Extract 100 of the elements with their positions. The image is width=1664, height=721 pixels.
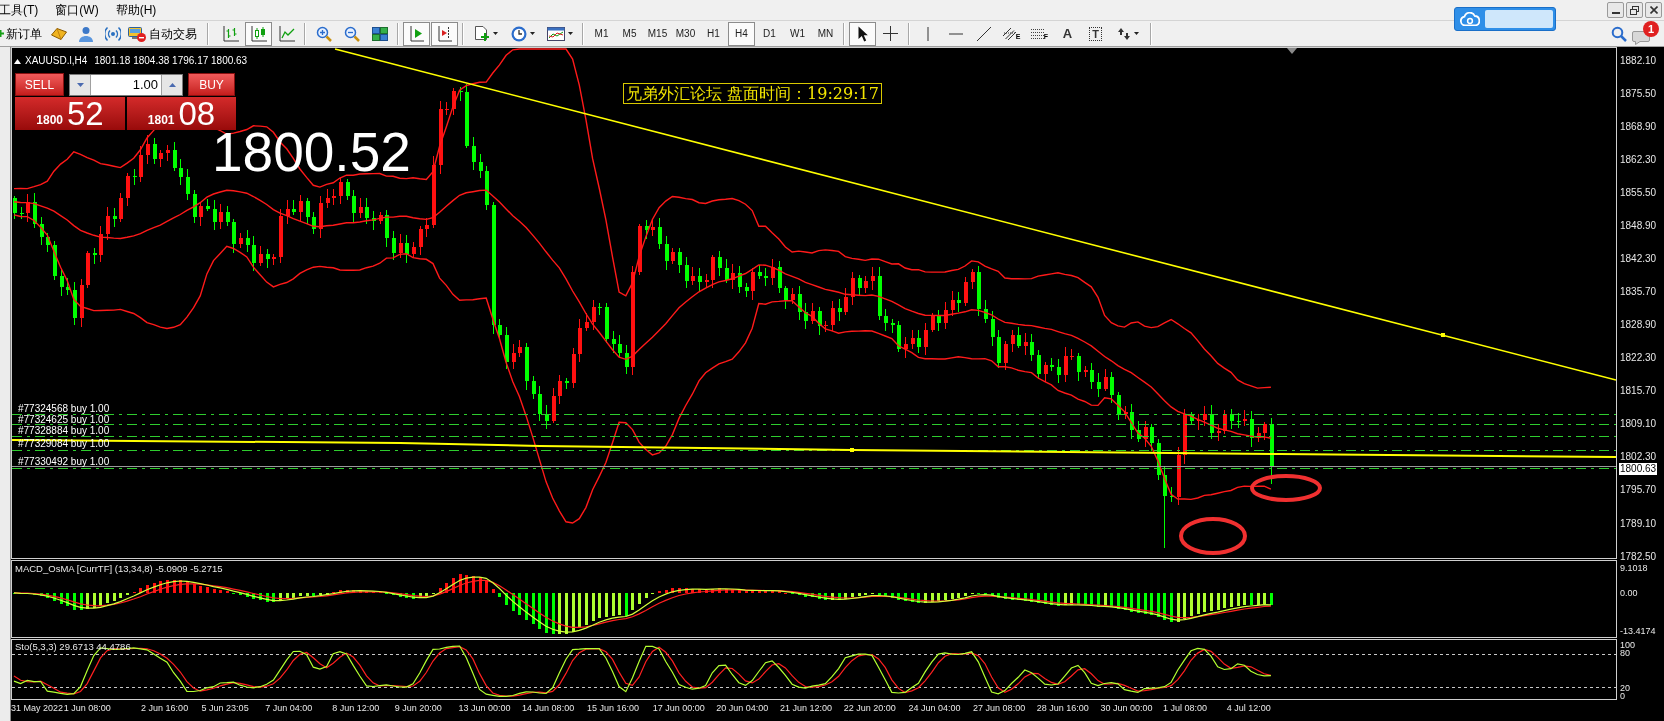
price-axis-label: 1802.30 — [1620, 451, 1657, 463]
order-label: #77328884 buy 1.00 — [18, 426, 110, 436]
time-axis-label: 9 Jun 20:00 — [394, 702, 442, 714]
circle-marker — [1179, 517, 1247, 555]
timeframe-button[interactable]: H4 — [728, 21, 755, 46]
person-icon — [79, 25, 93, 42]
chart-template-icon — [547, 26, 565, 41]
text-tool-button[interactable]: A — [1054, 21, 1081, 46]
time-axis-label: 2 Jun 16:00 — [141, 702, 189, 714]
menu-item[interactable]: 工具(T) — [0, 1, 39, 19]
price-axis-label: 1855.50 — [1620, 186, 1657, 198]
sell-button[interactable]: SELL — [15, 73, 64, 96]
timeframe-button[interactable]: M1 — [588, 21, 615, 46]
messages-button[interactable]: 1 — [1630, 21, 1660, 46]
zoom-in-icon — [315, 25, 332, 42]
circle-marker — [1250, 474, 1322, 502]
buy-price-button[interactable]: 1801 08 — [127, 97, 236, 130]
channel-icon — [1002, 27, 1016, 40]
increase-lot-button[interactable] — [161, 74, 182, 95]
cloud-icon — [1460, 12, 1480, 26]
time-axis-label: 20 Jun 04:00 — [716, 702, 769, 714]
caret-icon — [1134, 32, 1139, 35]
lot-input[interactable]: 1.00 — [91, 74, 161, 95]
vertical-line-icon — [926, 26, 929, 41]
restore-button[interactable] — [1626, 2, 1643, 18]
price-axis-label: 1795.70 — [1620, 484, 1657, 496]
time-axis-label: 1 Jun 08:00 — [63, 702, 111, 714]
timeframe-button[interactable]: H1 — [700, 21, 727, 46]
menu-item[interactable]: 帮助(H) — [115, 1, 157, 19]
timeframe-button[interactable]: MN — [812, 21, 839, 46]
price-axis-label: 1862.30 — [1620, 153, 1657, 165]
macd-axis-label: -13.4174 — [1620, 626, 1656, 636]
auto-scroll-button[interactable] — [403, 21, 430, 46]
line-anchor-icon — [850, 448, 854, 452]
tile-windows-icon — [371, 26, 388, 41]
price-axis-label: 1828.90 — [1620, 319, 1657, 331]
restore-icon — [1630, 5, 1639, 15]
monitor-stop-icon — [128, 25, 146, 42]
sell-price-button[interactable]: 1800 52 — [15, 97, 125, 130]
search-icon — [1611, 25, 1627, 42]
time-axis-label: 7 Jun 04:00 — [265, 702, 313, 714]
timeframe-button[interactable]: M15 — [644, 21, 671, 46]
menu-item[interactable]: 窗口(W) — [55, 1, 99, 19]
timeframe-button[interactable]: D1 — [756, 21, 783, 46]
time-axis-label: 27 Jun 08:00 — [973, 702, 1026, 714]
text-label-tool-button[interactable]: T — [1082, 21, 1109, 46]
new-order-button[interactable]: 新订单 — [0, 21, 44, 46]
candlestick-chart-button[interactable] — [245, 21, 272, 46]
minimize-icon — [1611, 12, 1620, 14]
line-anchor-icon — [1441, 333, 1445, 337]
cursor-icon — [857, 25, 868, 42]
stochastic-axis-label: 0 — [1620, 692, 1625, 700]
price-axis-label: 1789.10 — [1620, 517, 1657, 529]
price-axis-label: 1809.10 — [1620, 418, 1657, 430]
price-axis-label: 1815.70 — [1620, 385, 1657, 397]
ingot-icon — [51, 27, 67, 40]
auto-scroll-icon — [409, 25, 424, 42]
current-price-label: 1800.63 — [1619, 463, 1658, 475]
trend-line-icon — [976, 26, 991, 41]
macd-axis-label: 0.00 — [1620, 588, 1638, 598]
close-icon — [1649, 6, 1658, 14]
timeframe-button[interactable]: W1 — [784, 21, 811, 46]
chart-info-label: 兄弟外汇论坛 盘面时间：19:29:17 — [623, 83, 882, 104]
cursor-button[interactable] — [849, 21, 876, 46]
decrease-lot-button[interactable] — [70, 74, 91, 95]
chart-shift-button[interactable] — [431, 21, 458, 46]
price-axis-label: 1782.50 — [1620, 550, 1657, 562]
order-label: #77324568 buy 1.00 — [18, 404, 110, 414]
arrows-icon — [1117, 26, 1131, 41]
stochastic-axis-label: 20 — [1620, 684, 1630, 692]
order-label: #77324625 buy 1.00 — [18, 415, 110, 425]
order-label: #77330492 buy 1.00 — [18, 457, 110, 467]
time-axis-label: 17 Jun 00:00 — [652, 702, 705, 714]
signal-icon — [105, 25, 121, 42]
price-axis-label: 1875.50 — [1620, 87, 1657, 99]
price-axis-label: 1822.30 — [1620, 352, 1657, 364]
stochastic-axis-label: 80 — [1620, 649, 1630, 657]
auto-trading-button[interactable]: 自动交易 — [126, 21, 199, 46]
time-axis-label: 22 Jun 20:00 — [843, 702, 896, 714]
buy-button[interactable]: BUY — [188, 73, 235, 96]
timeframe-button[interactable]: M30 — [672, 21, 699, 46]
time-axis-label: 14 Jun 08:00 — [522, 702, 575, 714]
bar-chart-icon — [222, 25, 239, 42]
caret-up-icon — [168, 82, 176, 87]
cloud-upload-button[interactable] — [1454, 7, 1556, 31]
price-axis-label: 1835.70 — [1620, 286, 1657, 297]
line-chart-icon — [278, 25, 295, 42]
minimize-button[interactable] — [1607, 2, 1624, 18]
time-axis-label: 4 Jul 12:00 — [1226, 702, 1271, 714]
close-button[interactable] — [1645, 2, 1662, 18]
timeframe-button[interactable]: M5 — [616, 21, 643, 46]
stochastic-axis-label: 100 — [1620, 641, 1636, 649]
caret-icon — [568, 32, 573, 35]
horizontal-line-icon — [948, 32, 963, 35]
macd-label: MACD_OsMA [CurrTF] (13,34,8) -5.0909 -5.2715 — [15, 563, 223, 574]
time-axis-label: 24 Jun 04:00 — [908, 702, 961, 714]
triangle-marker-icon — [1287, 48, 1297, 54]
time-axis-label: 8 Jun 12:00 — [332, 702, 380, 714]
time-axis-label: 13 Jun 00:00 — [458, 702, 511, 714]
price-axis-label: 1882.10 — [1620, 54, 1657, 66]
